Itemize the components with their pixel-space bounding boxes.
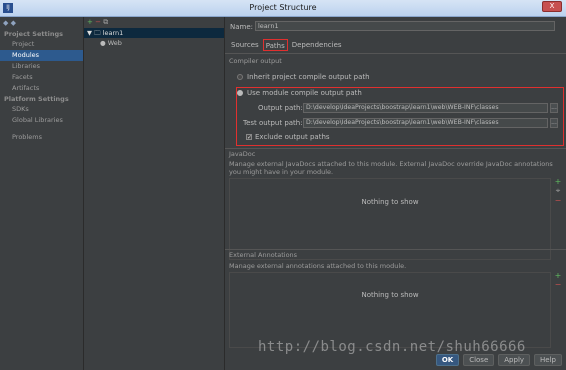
tab-dependencies[interactable]: Dependencies (290, 39, 344, 51)
name-label: Name: (230, 23, 254, 31)
nav-item-sdks[interactable]: SDKs (0, 104, 83, 115)
expand-arrow-icon[interactable]: ▼ (87, 29, 92, 37)
close-button[interactable]: Close (463, 354, 495, 366)
web-facet-icon: ● (100, 39, 106, 47)
help-button[interactable]: Help (534, 354, 562, 366)
nav-item-facets[interactable]: Facets (0, 72, 83, 83)
section-divider (225, 148, 566, 149)
remove-icon[interactable]: − (554, 196, 562, 205)
external-annotations-list[interactable]: Nothing to show (229, 272, 551, 348)
tab-paths[interactable]: Paths (262, 39, 288, 51)
output-path-field[interactable]: D:\develop\IdeaProjects\boostrap\learn1\… (303, 103, 548, 113)
tree-row-label: Web (107, 39, 122, 47)
section-divider (225, 249, 566, 250)
tree-row-module[interactable]: ▼ 🗀 learn1 (84, 28, 224, 38)
checkbox-checked-icon[interactable]: ✓ (246, 134, 252, 141)
javadoc-toolbar: + ⌖ − (554, 177, 562, 205)
copy-module-icon[interactable]: ⧉ (103, 18, 108, 26)
window-title: Project Structure (249, 3, 317, 12)
use-module-output-option[interactable]: Use module compile output path (237, 89, 362, 97)
nav-item-global-libraries[interactable]: Global Libraries (0, 115, 83, 126)
nav-section-platform-settings: Platform Settings (4, 95, 69, 103)
exclude-output-label: Exclude output paths (255, 133, 330, 141)
tree-toolbar: + − ⧉ (84, 17, 224, 28)
tree-row-label: learn1 (102, 29, 124, 37)
use-module-output-label: Use module compile output path (247, 89, 362, 97)
window-close-button[interactable]: X (542, 1, 562, 12)
nav-toolbar: ◆ ◆ (0, 17, 83, 29)
watermark-text: http://blog.csdn.net/shuh66666 (258, 339, 526, 355)
apply-button[interactable]: Apply (498, 354, 531, 366)
add-icon[interactable]: + (554, 177, 562, 186)
javadoc-heading: JavaDoc (229, 150, 256, 158)
title-bar: IJ Project Structure X (0, 0, 566, 17)
nav-item-artifacts[interactable]: Artifacts (0, 83, 83, 94)
tab-bar: Sources Paths Dependencies (229, 39, 344, 51)
annotations-toolbar: + − (554, 271, 562, 289)
back-arrow-icon[interactable]: ◆ (3, 19, 8, 27)
inherit-output-option[interactable]: Inherit project compile output path (237, 73, 370, 81)
tab-divider (225, 53, 566, 54)
module-tree-pane: + − ⧉ ▼ 🗀 learn1 ● Web (84, 17, 225, 370)
dialog-buttons: OK Close Apply Help (435, 354, 566, 370)
nav-item-libraries[interactable]: Libraries (0, 61, 83, 72)
inherit-output-label: Inherit project compile output path (247, 73, 370, 81)
radio-checked-icon[interactable] (237, 90, 243, 96)
remove-module-icon[interactable]: − (95, 18, 101, 26)
javadoc-list[interactable]: Nothing to show (229, 178, 551, 260)
external-annotations-description: Manage external annotations attached to … (229, 262, 407, 270)
nav-item-problems[interactable]: Problems (0, 132, 83, 143)
external-annotations-heading: External Annotations (229, 251, 298, 259)
tree-row-facet[interactable]: ● Web (84, 38, 224, 48)
test-output-path-browse-button[interactable]: ... (550, 118, 558, 128)
module-settings-panel: Name: learn1 Sources Paths Dependencies … (225, 17, 566, 370)
nav-section-project-settings: Project Settings (4, 30, 63, 38)
output-path-browse-button[interactable]: ... (550, 103, 558, 113)
forward-arrow-icon[interactable]: ◆ (11, 19, 16, 27)
output-path-label: Output path: (258, 104, 303, 112)
settings-nav: ◆ ◆ Project Settings Project Modules Lib… (0, 17, 84, 370)
exclude-output-option[interactable]: ✓ Exclude output paths (246, 133, 330, 141)
tab-sources[interactable]: Sources (229, 39, 261, 51)
test-output-path-field[interactable]: D:\develop\IdeaProjects\boostrap\learn1\… (303, 118, 548, 128)
nav-item-modules[interactable]: Modules (0, 50, 83, 61)
add-icon[interactable]: + (554, 271, 562, 280)
javadoc-empty-text: Nothing to show (361, 198, 419, 206)
test-output-path-label: Test output path: (243, 119, 303, 127)
module-folder-icon: 🗀 (94, 29, 101, 37)
add-module-icon[interactable]: + (87, 18, 93, 26)
module-name-field[interactable]: learn1 (255, 21, 555, 31)
ok-button[interactable]: OK (435, 354, 460, 366)
nav-item-project[interactable]: Project (0, 39, 83, 50)
specify-url-icon[interactable]: ⌖ (554, 186, 562, 196)
javadoc-description: Manage external JavaDocs attached to thi… (229, 160, 553, 176)
radio-unchecked-icon[interactable] (237, 74, 243, 80)
remove-icon[interactable]: − (554, 280, 562, 289)
compiler-output-heading: Compiler output (229, 57, 282, 65)
annotations-empty-text: Nothing to show (361, 291, 419, 299)
